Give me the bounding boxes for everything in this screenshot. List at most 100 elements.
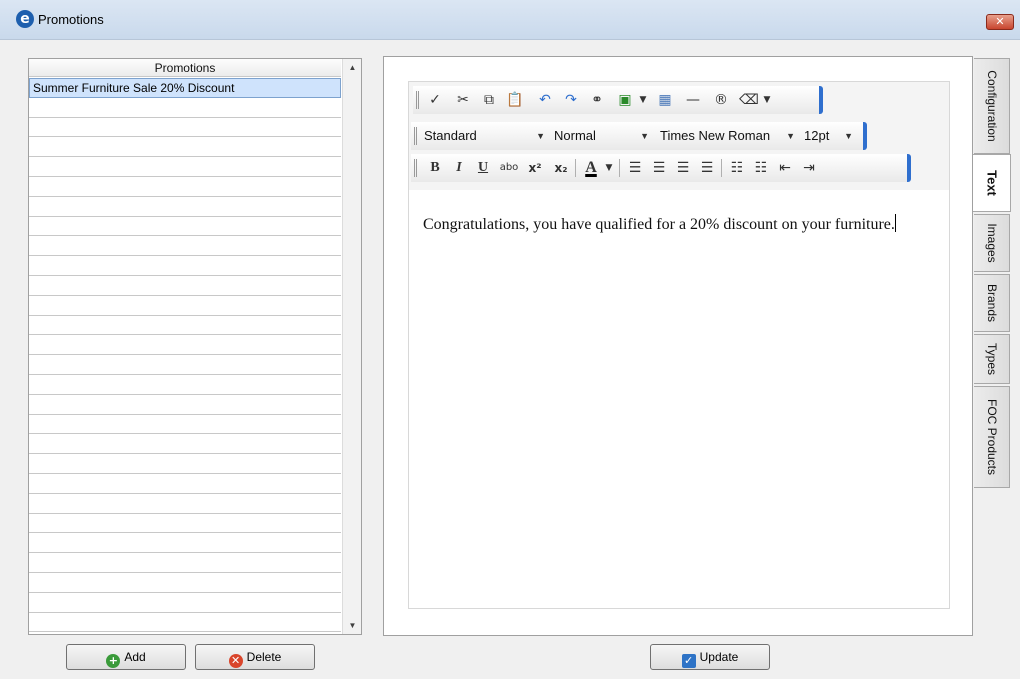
tab-text-label: Text bbox=[984, 170, 999, 196]
promotions-list-header[interactable]: Promotions bbox=[29, 59, 341, 77]
align-left-icon[interactable]: ☰ bbox=[625, 158, 645, 178]
paste-icon[interactable]: 📋 bbox=[505, 90, 525, 110]
empty-list-row bbox=[29, 573, 341, 593]
scroll-up-arrow-icon[interactable]: ▲ bbox=[343, 59, 362, 76]
update-icon: ✓ bbox=[681, 654, 696, 668]
align-right-icon[interactable]: ☰ bbox=[673, 158, 693, 178]
empty-list-row bbox=[29, 375, 341, 395]
paragraph-style-value: Standard bbox=[424, 128, 477, 143]
tab-foc-products[interactable]: FOC Products bbox=[974, 386, 1010, 488]
empty-list-row bbox=[29, 296, 341, 316]
spellcheck-icon[interactable]: ✓ bbox=[425, 90, 445, 110]
image-dropdown-icon[interactable]: ▼ bbox=[633, 90, 653, 110]
promotions-list-body: Summer Furniture Sale 20% Discount bbox=[29, 78, 341, 634]
delete-icon: ✕ bbox=[228, 654, 243, 668]
insert-table-icon[interactable]: ▦ bbox=[655, 90, 675, 110]
italic-button[interactable]: I bbox=[449, 158, 469, 178]
tab-brands[interactable]: Brands bbox=[974, 274, 1010, 332]
close-button[interactable]: ✕ bbox=[986, 14, 1014, 30]
add-button[interactable]: + Add bbox=[66, 644, 186, 670]
empty-list-row bbox=[29, 276, 341, 296]
toolbar-grip[interactable] bbox=[416, 91, 419, 109]
app-logo-icon: e bbox=[16, 10, 34, 28]
format-value: Normal bbox=[554, 128, 596, 143]
empty-list-row bbox=[29, 474, 341, 494]
promotions-list: Promotions Summer Furniture Sale 20% Dis… bbox=[28, 58, 362, 635]
underline-button[interactable]: U bbox=[473, 158, 493, 178]
empty-list-row bbox=[29, 98, 341, 118]
tab-text[interactable]: Text bbox=[973, 154, 1011, 212]
undo-icon[interactable]: ↶ bbox=[535, 90, 555, 110]
empty-list-row bbox=[29, 118, 341, 138]
paragraph-style-select[interactable]: Standard ▼ bbox=[421, 126, 547, 146]
font-family-value: Times New Roman bbox=[660, 128, 771, 143]
empty-list-row bbox=[29, 157, 341, 177]
tab-configuration[interactable]: Configuration bbox=[974, 58, 1010, 154]
font-color-dropdown-icon[interactable]: ▼ bbox=[599, 158, 619, 178]
add-icon: + bbox=[106, 654, 121, 668]
editor-text: Congratulations, you have qualified for … bbox=[423, 216, 895, 233]
tab-types-label: Types bbox=[984, 342, 999, 376]
toolbar-text-style: B I U abo x² x₂ A ▼ ☰ ☰ ☰ ☰ ☷ ☷ ⇤ ⇥ bbox=[411, 154, 911, 182]
tab-brands-label: Brands bbox=[984, 283, 999, 323]
tab-images-label: Images bbox=[984, 223, 999, 263]
font-family-select[interactable]: Times New Roman ▼ bbox=[657, 126, 797, 146]
insert-image-icon[interactable]: ▣ bbox=[615, 90, 635, 110]
font-color-button[interactable]: A bbox=[581, 158, 601, 178]
delete-button[interactable]: ✕ Delete bbox=[195, 644, 315, 670]
empty-list-row bbox=[29, 137, 341, 158]
outdent-icon[interactable]: ⇤ bbox=[775, 158, 795, 178]
toolbar-grip[interactable] bbox=[414, 159, 417, 177]
text-editor-panel: ✓ ✂ ⧉ 📋 ↶ ↷ ⚭ ▣ ▼ ▦ — ® ⌫ ▼ Standard ▼ N… bbox=[383, 56, 973, 636]
font-size-select[interactable]: 12pt ▼ bbox=[801, 126, 855, 146]
empty-list-row bbox=[29, 533, 341, 554]
editor-content-area[interactable]: Congratulations, you have qualified for … bbox=[409, 190, 949, 608]
toolbar-divider bbox=[721, 159, 722, 177]
list-scrollbar[interactable]: ▲ ▼ bbox=[342, 59, 361, 634]
empty-list-row bbox=[29, 553, 341, 573]
bold-button[interactable]: B bbox=[425, 158, 445, 178]
format-select[interactable]: Normal ▼ bbox=[551, 126, 651, 146]
title-bar: e Promotions ✕ bbox=[0, 0, 1020, 40]
text-caret bbox=[894, 214, 896, 232]
editor-toolbars: ✓ ✂ ⧉ 📋 ↶ ↷ ⚭ ▣ ▼ ▦ — ® ⌫ ▼ Standard ▼ N… bbox=[409, 82, 949, 190]
scroll-down-arrow-icon[interactable]: ▼ bbox=[343, 617, 362, 634]
add-button-label: Add bbox=[124, 650, 146, 664]
align-justify-icon[interactable]: ☰ bbox=[697, 158, 717, 178]
empty-list-row bbox=[29, 177, 341, 197]
eraser-dropdown-icon[interactable]: ▼ bbox=[757, 90, 777, 110]
subscript-button[interactable]: x₂ bbox=[551, 158, 571, 178]
copy-icon[interactable]: ⧉ bbox=[479, 90, 499, 110]
tab-foc-products-label: FOC Products bbox=[984, 398, 999, 476]
align-center-icon[interactable]: ☰ bbox=[649, 158, 669, 178]
redo-icon[interactable]: ↷ bbox=[561, 90, 581, 110]
font-size-value: 12pt bbox=[804, 128, 830, 143]
empty-list-row bbox=[29, 613, 341, 633]
toolbar-actions: ✓ ✂ ⧉ 📋 ↶ ↷ ⚭ ▣ ▼ ▦ — ® ⌫ ▼ bbox=[413, 86, 823, 114]
eraser-icon[interactable]: ⌫ bbox=[739, 90, 759, 110]
update-button[interactable]: ✓ Update bbox=[650, 644, 770, 670]
empty-list-row bbox=[29, 256, 341, 276]
toolbar-formatting: Standard ▼ Normal ▼ Times New Roman ▼ 12… bbox=[411, 122, 867, 150]
superscript-button[interactable]: x² bbox=[525, 158, 545, 178]
rich-text-editor: ✓ ✂ ⧉ 📋 ↶ ↷ ⚭ ▣ ▼ ▦ — ® ⌫ ▼ Standard ▼ N… bbox=[408, 81, 950, 609]
empty-list-row bbox=[29, 395, 341, 415]
empty-list-row bbox=[29, 335, 341, 356]
tab-types[interactable]: Types bbox=[974, 334, 1010, 384]
link-icon[interactable]: ⚭ bbox=[587, 90, 607, 110]
horizontal-rule-icon[interactable]: — bbox=[683, 90, 703, 110]
tab-images[interactable]: Images bbox=[974, 214, 1010, 272]
window-title: Promotions bbox=[38, 12, 104, 27]
chevron-down-icon: ▼ bbox=[536, 131, 545, 141]
bullet-list-icon[interactable]: ☷ bbox=[751, 158, 771, 178]
strikethrough-button[interactable]: abo bbox=[499, 158, 519, 178]
indent-icon[interactable]: ⇥ bbox=[799, 158, 819, 178]
toolbar-grip[interactable] bbox=[414, 127, 417, 145]
toolbar-divider bbox=[619, 159, 620, 177]
cut-icon[interactable]: ✂ bbox=[453, 90, 473, 110]
list-item[interactable]: Summer Furniture Sale 20% Discount bbox=[29, 78, 341, 98]
empty-list-row bbox=[29, 217, 341, 237]
chevron-down-icon: ▼ bbox=[786, 131, 795, 141]
numbered-list-icon[interactable]: ☷ bbox=[727, 158, 747, 178]
special-character-icon[interactable]: ® bbox=[711, 90, 731, 110]
